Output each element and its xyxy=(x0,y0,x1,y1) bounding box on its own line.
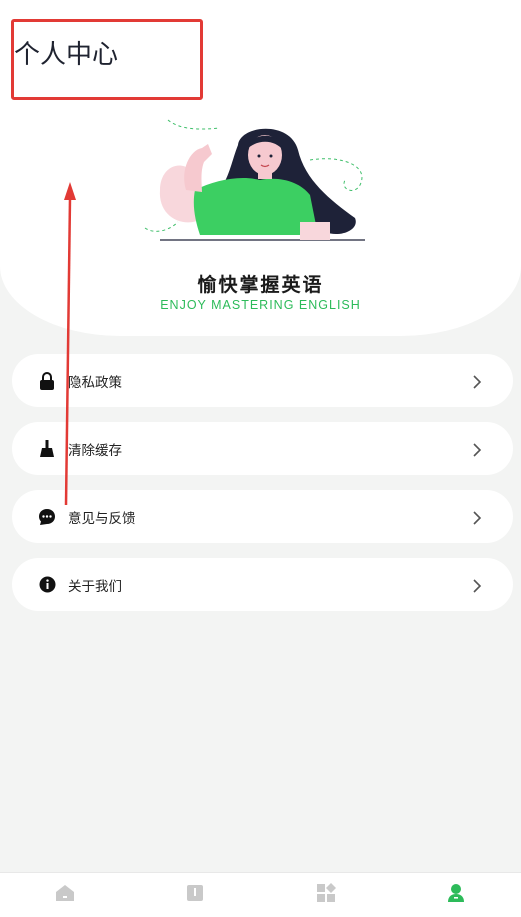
tab-profile[interactable] xyxy=(391,873,521,917)
chevron-right-icon xyxy=(471,510,483,525)
broom-icon xyxy=(38,439,56,458)
menu-item-privacy-policy[interactable]: 隐私政策 xyxy=(12,354,513,407)
apps-icon xyxy=(316,883,336,907)
tab-home[interactable] xyxy=(0,873,130,917)
app-name: 愉快掌握英语 xyxy=(197,274,324,296)
menu-item-label: 隐私政策 xyxy=(68,374,122,391)
chat-bubble-icon xyxy=(38,508,56,526)
profile-icon xyxy=(447,883,465,907)
bottom-tab-bar xyxy=(0,872,521,917)
menu-item-clear-cache[interactable]: 清除缓存 xyxy=(12,422,513,475)
girl-illustration xyxy=(144,119,365,241)
lock-icon xyxy=(38,371,56,390)
info-icon xyxy=(38,576,56,594)
tab-apps[interactable] xyxy=(261,873,391,917)
app-slogan: ENJOY MASTERING ENGLISH xyxy=(160,298,361,312)
chevron-right-icon xyxy=(471,442,483,457)
menu-item-label: 清除缓存 xyxy=(68,442,122,459)
chevron-right-icon xyxy=(471,578,483,593)
home-icon xyxy=(55,884,75,906)
chevron-right-icon xyxy=(471,374,483,389)
menu-item-feedback[interactable]: 意见与反馈 xyxy=(12,490,513,543)
book-icon xyxy=(186,884,204,906)
menu-item-label: 意见与反馈 xyxy=(68,510,136,527)
menu-item-label: 关于我们 xyxy=(68,578,122,595)
tab-book[interactable] xyxy=(130,873,260,917)
annotation-highlight-box xyxy=(11,19,203,100)
menu-item-about-us[interactable]: 关于我们 xyxy=(12,558,513,611)
